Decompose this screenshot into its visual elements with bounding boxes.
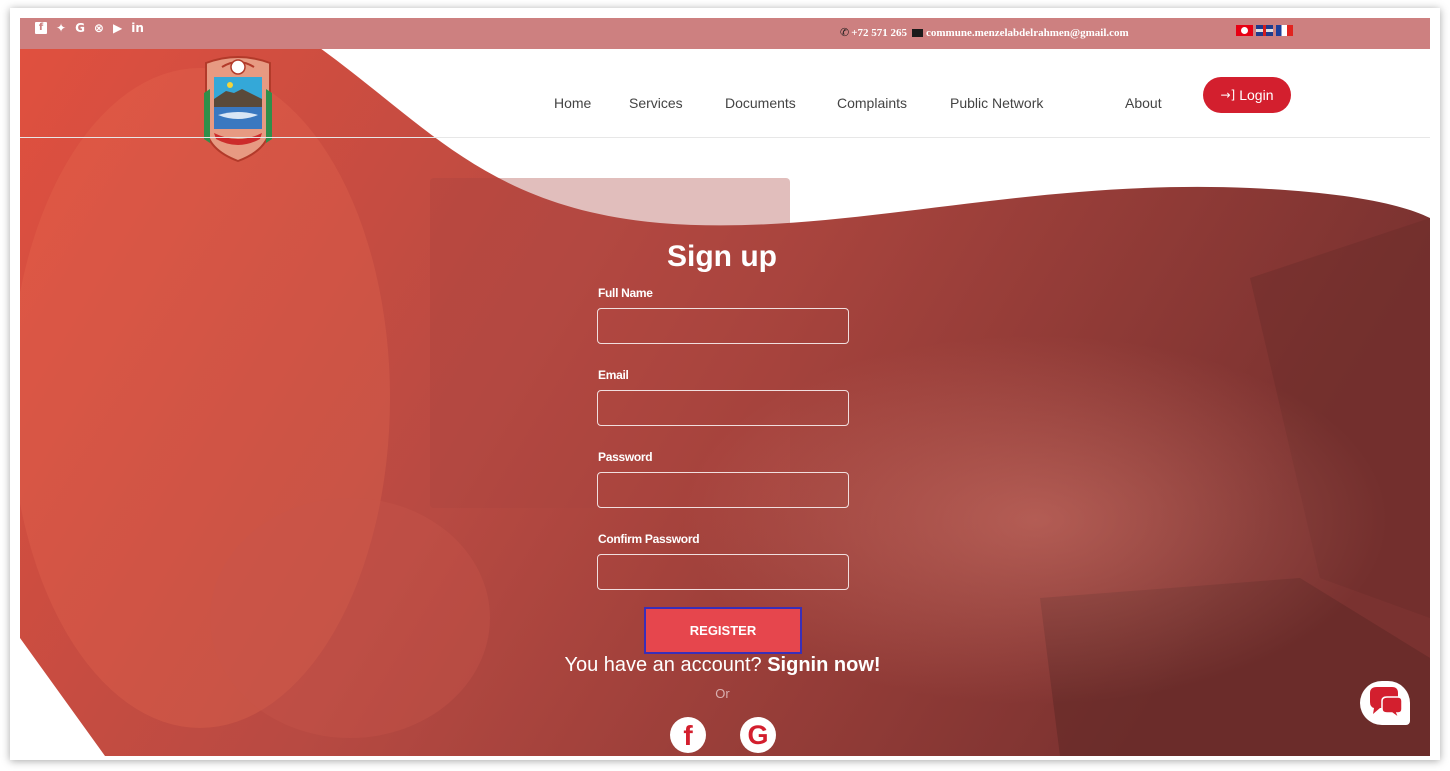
- nav-documents[interactable]: Documents: [725, 95, 796, 111]
- chat-bubbles-icon: [1370, 687, 1403, 721]
- flag-fr-icon[interactable]: [1276, 25, 1293, 36]
- youtube-icon[interactable]: ▶: [113, 21, 122, 35]
- password-input[interactable]: [597, 472, 849, 508]
- form-title: Sign up: [667, 240, 777, 273]
- flag-tn-icon[interactable]: [1236, 25, 1253, 36]
- social-links: f ✦ G ⊗ ▶ in: [35, 21, 144, 35]
- nav-public-network[interactable]: Public Network: [950, 95, 1043, 111]
- twitter-icon[interactable]: ✦: [56, 21, 66, 35]
- nav-services[interactable]: Services: [629, 95, 683, 111]
- password-label: Password: [598, 450, 653, 464]
- account-prompt: You have an account? Signin now!: [420, 654, 1025, 677]
- login-label: Login: [1239, 87, 1274, 103]
- linkedin-icon[interactable]: in: [131, 21, 144, 35]
- phone-icon: ✆: [840, 26, 850, 39]
- facebook-login-icon[interactable]: f: [670, 717, 706, 753]
- flag-uk-icon[interactable]: [1256, 25, 1273, 36]
- chat-widget-button[interactable]: [1360, 681, 1410, 725]
- confirm-password-label: Confirm Password: [598, 532, 700, 546]
- top-bar: f ✦ G ⊗ ▶ in ✆ +72 571 265 commune.menze…: [20, 18, 1430, 49]
- signin-link[interactable]: Signin now!: [767, 654, 880, 676]
- nav-divider: [20, 137, 1430, 138]
- register-button[interactable]: REGISTER: [644, 607, 802, 654]
- sign-in-icon: →]: [1220, 88, 1236, 102]
- login-button[interactable]: →] Login: [1203, 77, 1291, 113]
- email-address: commune.menzelabdelrahmen@gmail.com: [926, 26, 1129, 39]
- or-divider: Or: [715, 686, 730, 701]
- email-input[interactable]: [597, 390, 849, 426]
- language-selector: [1236, 25, 1293, 36]
- browser-frame: f ✦ G ⊗ ▶ in ✆ +72 571 265 commune.menze…: [10, 8, 1440, 760]
- facebook-icon[interactable]: f: [35, 22, 47, 34]
- envelope-icon: [912, 28, 923, 37]
- account-prompt-text: You have an account?: [564, 654, 768, 676]
- page: f ✦ G ⊗ ▶ in ✆ +72 571 265 commune.menze…: [20, 18, 1430, 756]
- full-name-input[interactable]: [597, 308, 849, 344]
- pinterest-icon[interactable]: ⊗: [94, 21, 104, 35]
- contact-info: ✆ +72 571 265 commune.menzelabdelrahmen@…: [840, 26, 1129, 39]
- nav-complaints[interactable]: Complaints: [837, 95, 907, 111]
- confirm-password-input[interactable]: [597, 554, 849, 590]
- nav-about[interactable]: About: [1125, 95, 1162, 111]
- phone-number: +72 571 265: [851, 26, 907, 39]
- nav-home[interactable]: Home: [554, 95, 591, 111]
- google-icon[interactable]: G: [75, 21, 85, 35]
- email-label: Email: [598, 368, 629, 382]
- full-name-label: Full Name: [598, 286, 653, 300]
- google-login-icon[interactable]: G: [740, 717, 776, 753]
